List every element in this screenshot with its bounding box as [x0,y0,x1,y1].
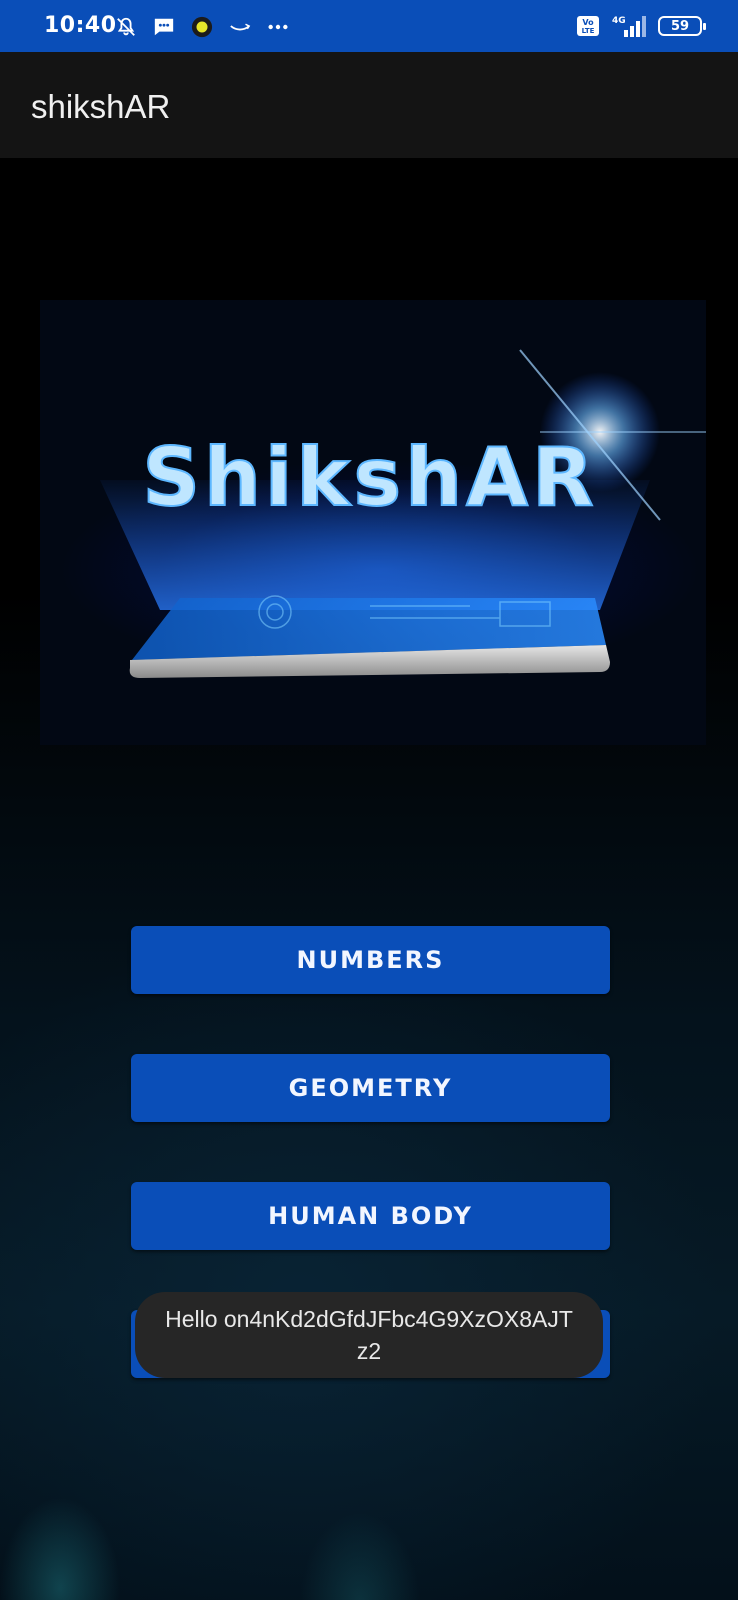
volte-icon: Vo LTE [577,16,599,36]
status-bar: 10:40 Vo LTE 4G 59 [0,0,738,52]
signal-icon: 4G [612,16,646,37]
status-system-icons: Vo LTE 4G 59 [576,14,706,38]
more-dots-icon [268,24,288,30]
numbers-button[interactable]: NUMBERS [131,926,610,994]
app-title: shikshAR [31,88,171,125]
svg-text:4G: 4G [612,16,626,26]
status-time: 10:40 [44,13,117,38]
message-icon [154,18,174,36]
shikshar-logo-image: ShikshAR [40,300,706,745]
toast-text: Hello on4nKd2dGfdJFbc4G9XzOX8AJTz2 [165,1306,573,1364]
amazon-smile-icon [230,23,251,31]
record-dot-icon [191,16,213,38]
app-screen: 10:40 Vo LTE 4G 59 shikshAR ShikshAR NUM… [0,0,738,1600]
logo-text: ShikshAR [142,431,597,524]
svg-text:Vo: Vo [582,18,594,27]
mute-bell-icon [117,17,135,36]
logo-artwork: ShikshAR [100,349,706,678]
geometry-button[interactable]: GEOMETRY [131,1054,610,1122]
svg-text:LTE: LTE [582,27,595,35]
human-body-button[interactable]: HUMAN BODY [131,1182,610,1250]
toast-message: Hello on4nKd2dGfdJFbc4G9XzOX8AJTz2 [135,1292,603,1378]
battery-level: 59 [670,18,690,34]
status-notification-icons [114,16,290,38]
battery-icon: 59 [658,16,706,36]
app-bar: shikshAR [0,52,738,158]
